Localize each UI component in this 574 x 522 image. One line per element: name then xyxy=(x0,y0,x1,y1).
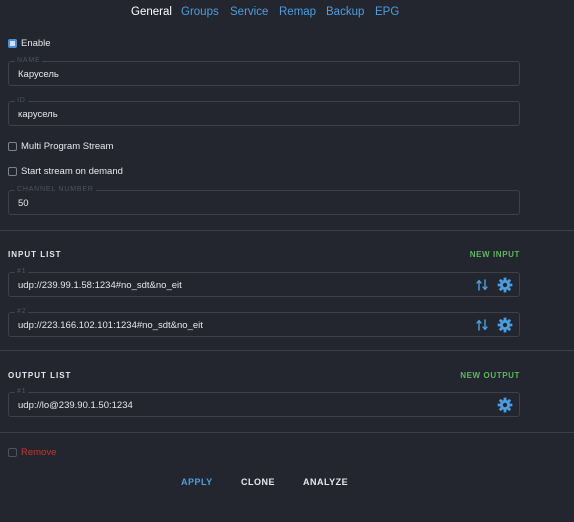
multi-program-label: Multi Program Stream xyxy=(21,140,114,152)
channel-number-field[interactable]: CHANNEL NUMBER 50 xyxy=(8,186,520,215)
enable-row: Enable xyxy=(8,37,51,49)
output-list-title: OUTPUT LIST xyxy=(8,371,72,380)
input-item-legend: #2 xyxy=(15,308,29,316)
gear-icon[interactable] xyxy=(497,317,513,333)
apply-button[interactable]: APPLY xyxy=(181,477,213,487)
channel-number-legend: CHANNEL NUMBER xyxy=(15,186,96,194)
tab-service[interactable]: Service xyxy=(230,6,268,18)
input-item-legend: #1 xyxy=(15,268,29,276)
multi-program-checkbox[interactable] xyxy=(8,141,17,151)
id-value: карусель xyxy=(18,109,58,120)
divider xyxy=(0,230,574,231)
enable-checkbox[interactable] xyxy=(8,38,17,48)
new-input-button[interactable]: NEW INPUT xyxy=(470,250,520,259)
sort-arrows-icon[interactable] xyxy=(475,278,489,292)
output-item-value: udp://lo@239.90.1.50:1234 xyxy=(18,400,133,411)
tab-general[interactable]: General xyxy=(131,6,172,18)
tab-epg[interactable]: EPG xyxy=(375,6,399,18)
name-value: Карусель xyxy=(18,69,59,80)
input-item[interactable]: #2 udp://223.166.102.101:1234#no_sdt&no_… xyxy=(8,308,520,337)
start-on-demand-checkbox[interactable] xyxy=(8,166,17,176)
remove-checkbox[interactable] xyxy=(8,447,17,457)
name-legend: NAME xyxy=(15,57,43,65)
output-item[interactable]: #1 udp://lo@239.90.1.50:1234 xyxy=(8,388,520,417)
remove-row: Remove xyxy=(8,446,56,458)
input-list-title: INPUT LIST xyxy=(8,250,62,259)
remove-label: Remove xyxy=(21,446,57,458)
gear-icon[interactable] xyxy=(497,397,513,413)
tab-bar: General Groups Service Remap Backup EPG xyxy=(0,6,574,22)
enable-label: Enable xyxy=(21,37,51,49)
id-field[interactable]: ID карусель xyxy=(8,97,520,126)
name-field[interactable]: NAME Карусель xyxy=(8,57,520,86)
id-legend: ID xyxy=(15,97,28,105)
tab-groups[interactable]: Groups xyxy=(181,6,219,18)
clone-button[interactable]: CLONE xyxy=(241,477,275,487)
gear-icon[interactable] xyxy=(497,277,513,293)
tab-backup[interactable]: Backup xyxy=(326,6,364,18)
new-output-button[interactable]: NEW OUTPUT xyxy=(460,371,520,380)
start-on-demand-row: Start stream on demand xyxy=(8,165,123,177)
start-on-demand-label: Start stream on demand xyxy=(21,165,123,177)
sort-arrows-icon[interactable] xyxy=(475,318,489,332)
input-item-value: udp://223.166.102.101:1234#no_sdt&no_eit xyxy=(18,320,203,331)
analyze-button[interactable]: ANALYZE xyxy=(303,477,348,487)
multi-program-row: Multi Program Stream xyxy=(8,140,113,152)
output-item-legend: #1 xyxy=(15,388,29,396)
channel-number-value: 50 xyxy=(18,198,29,209)
input-item[interactable]: #1 udp://239.99.1.58:1234#no_sdt&no_eit xyxy=(8,268,520,297)
divider xyxy=(0,432,574,433)
divider xyxy=(0,350,574,351)
tab-remap[interactable]: Remap xyxy=(279,6,316,18)
input-item-value: udp://239.99.1.58:1234#no_sdt&no_eit xyxy=(18,280,182,291)
